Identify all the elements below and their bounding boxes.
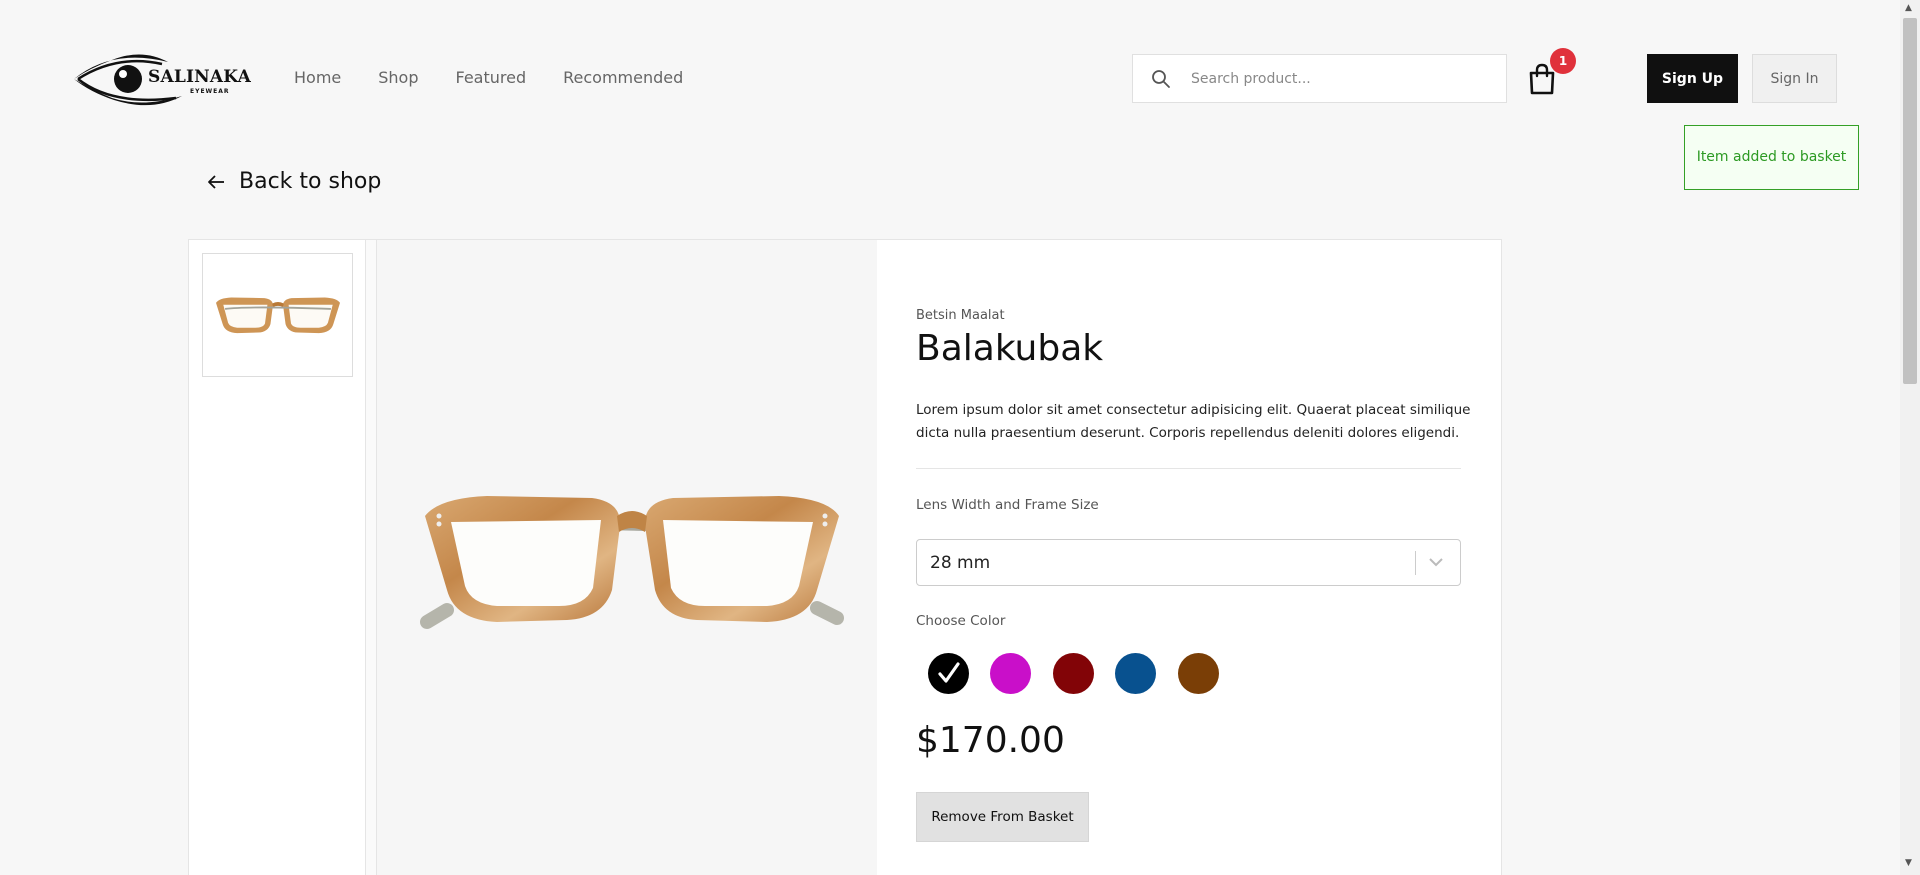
thumbnail-column (189, 240, 366, 875)
color-swatch-black[interactable] (928, 653, 969, 694)
size-select-value: 28 mm (930, 553, 991, 573)
toast-notification: Item added to basket (1684, 125, 1859, 190)
nav-shop[interactable]: Shop (378, 68, 418, 87)
scroll-down-arrow-icon[interactable]: ▼ (1905, 858, 1912, 868)
logo[interactable]: SALINAKA EYEWEAR (72, 50, 251, 108)
glasses-thumbnail-image (216, 297, 340, 334)
scrollbar-thumb[interactable] (1903, 18, 1917, 384)
search-input[interactable] (1191, 55, 1491, 102)
product-description: Lorem ipsum dolor sit amet consectetur a… (916, 402, 1471, 441)
details-divider (916, 468, 1461, 469)
product-brand: Betsin Maalat (916, 308, 1005, 323)
sign-up-button[interactable]: Sign Up (1647, 54, 1738, 103)
thumbnail-divider (366, 240, 377, 875)
logo-subtext: EYEWEAR (190, 88, 230, 95)
nav-recommended[interactable]: Recommended (563, 68, 683, 87)
product-panel: Betsin Maalat Balakubak Lorem ipsum dolo… (188, 239, 1502, 875)
checkmark-icon (938, 662, 960, 683)
navbar: SALINAKA EYEWEAR Home Shop Featured Reco… (0, 0, 1900, 158)
product-thumbnail[interactable] (202, 253, 353, 377)
search-icon (1152, 70, 1170, 88)
select-separator (1415, 551, 1416, 575)
color-swatch-magenta[interactable] (990, 653, 1031, 694)
remove-from-basket-button[interactable]: Remove From Basket (916, 792, 1089, 842)
color-label: Choose Color (916, 613, 1006, 629)
color-swatch-brown[interactable] (1178, 653, 1219, 694)
arrow-left-icon (208, 174, 224, 189)
product-title: Balakubak (916, 328, 1104, 369)
page-scrollbar[interactable]: ▲ ▼ (1900, 0, 1920, 875)
scroll-up-arrow-icon[interactable]: ▲ (1905, 3, 1912, 13)
nav-home[interactable]: Home (294, 68, 341, 87)
size-select[interactable]: 28 mm (916, 539, 1461, 586)
color-swatch-blue[interactable] (1115, 653, 1156, 694)
color-swatch-maroon[interactable] (1053, 653, 1094, 694)
product-price: $170.00 (916, 720, 1065, 761)
back-to-shop-label: Back to shop (239, 169, 382, 194)
basket-count-badge: 1 (1550, 48, 1576, 74)
logo-text: SALINAKA (148, 67, 251, 87)
main-nav: Home Shop Featured Recommended (294, 68, 720, 87)
search-box (1132, 54, 1507, 103)
size-label: Lens Width and Frame Size (916, 497, 1099, 513)
product-image-area (377, 240, 877, 875)
sign-in-button[interactable]: Sign In (1752, 54, 1837, 103)
glasses-product-image (420, 496, 844, 629)
nav-featured[interactable]: Featured (456, 68, 527, 87)
chevron-down-icon (1429, 558, 1443, 567)
back-to-shop-link[interactable]: Back to shop (207, 169, 381, 194)
